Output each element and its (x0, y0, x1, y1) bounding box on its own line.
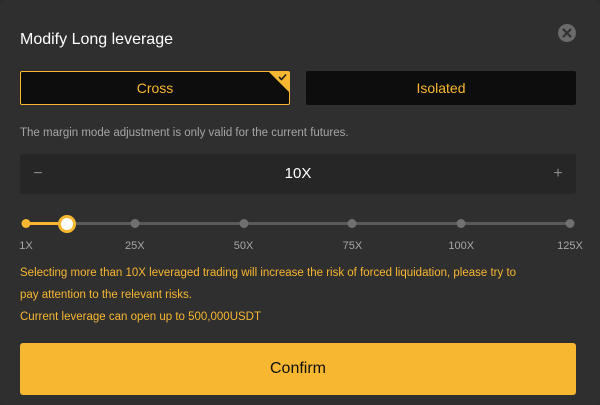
slider-tick-100x[interactable] (456, 219, 466, 228)
leverage-stepper: − 10X + (20, 154, 576, 194)
tick-label-125x: 125X (557, 240, 583, 252)
confirm-label: Confirm (269, 360, 326, 377)
isolated-mode-button[interactable]: Isolated (306, 71, 576, 105)
margin-mode-hint: The margin mode adjustment is only valid… (20, 127, 349, 139)
slider-tick-1x[interactable] (21, 219, 31, 228)
slider-tick-125x[interactable] (565, 219, 575, 228)
tick-label-100x: 100X (448, 240, 475, 252)
tick-label-25x: 25X (125, 240, 145, 252)
slider-thumb[interactable] (57, 215, 76, 233)
leverage-slider[interactable] (20, 212, 576, 236)
max-position-note: Current leverage can open up to 500,000U… (20, 311, 262, 323)
tick-label-75x: 75X (342, 240, 363, 252)
cross-mode-label: Cross (136, 80, 174, 96)
risk-warning-line-2: pay attention to the relevant risks. (20, 289, 192, 301)
slider-tick-25x[interactable] (130, 219, 140, 228)
isolated-mode-label: Isolated (416, 80, 466, 96)
tick-label-1x: 1X (19, 240, 33, 252)
dialog-title: Modify Long leverage (20, 31, 173, 48)
close-icon[interactable] (558, 24, 576, 42)
tick-label-50x: 50X (233, 240, 254, 252)
slider-tick-50x[interactable] (239, 219, 249, 228)
risk-warning-line-1: Selecting more than 10X leveraged tradin… (20, 267, 517, 279)
decrease-leverage-button[interactable]: − (20, 154, 56, 194)
slider-track (26, 222, 570, 225)
checkmark-icon (278, 73, 287, 81)
leverage-value[interactable]: 10X (285, 165, 312, 182)
increase-leverage-button[interactable]: + (540, 154, 576, 194)
confirm-button[interactable]: Confirm (20, 343, 576, 395)
slider-tick-75x[interactable] (347, 219, 357, 228)
cross-mode-button[interactable]: Cross (20, 71, 290, 105)
leverage-dialog: Modify Long leverage Cross Isolated The … (0, 0, 600, 405)
